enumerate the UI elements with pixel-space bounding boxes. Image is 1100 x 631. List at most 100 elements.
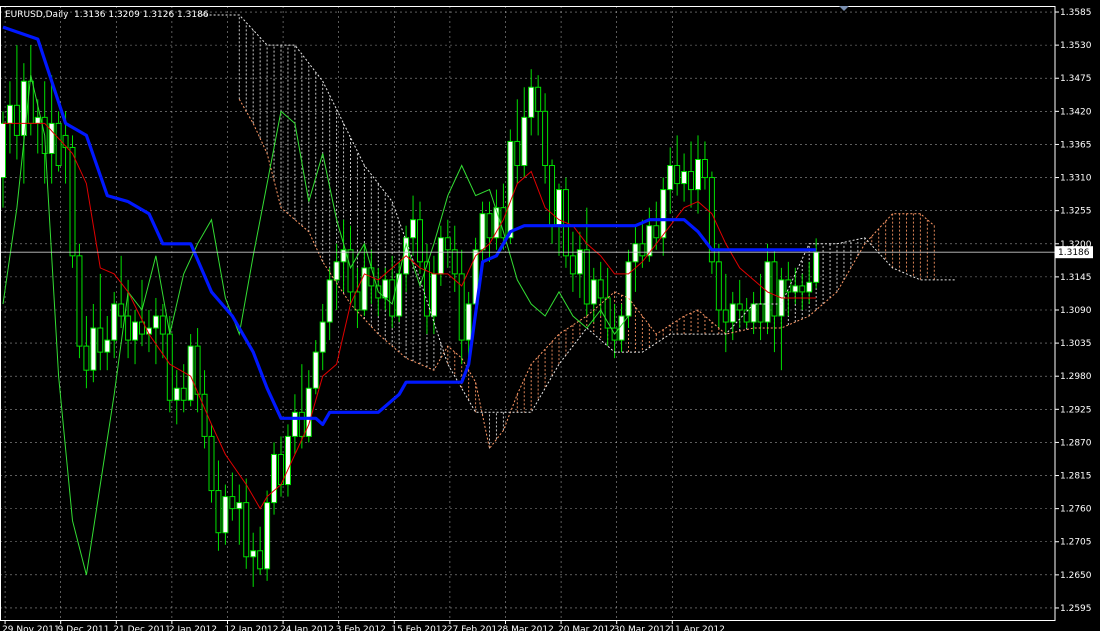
candle-body-bull (333, 261, 340, 281)
candle-body-bear (347, 249, 354, 293)
candle-body-bull (48, 122, 55, 154)
header: EURUSD,Daily 1.3136 1.3209 1.3126 1.3186 (5, 10, 209, 20)
candle-body-bull (507, 140, 514, 239)
candle-body-bull (465, 303, 472, 341)
y-tick-label: 1.3090 (1060, 306, 1092, 316)
chart-background (0, 0, 1100, 631)
y-tick-label: 1.3310 (1060, 174, 1092, 184)
candle-body-bull (632, 243, 639, 263)
candle-body-bull (284, 435, 291, 486)
candle-body-bull (6, 104, 13, 124)
candle-body-bear (118, 303, 125, 317)
candle-body-bull (576, 249, 583, 275)
chart-area[interactable]: 1.3585 1.3530 1.3475 1.3420 1.3365 1.3310 1.32… (0, 0, 1100, 631)
candle-body-bull (806, 281, 813, 293)
price-box-label: 1.3186 (1058, 248, 1090, 258)
candle-body-bear (722, 309, 729, 323)
candle-body-bear (674, 165, 681, 185)
candle-body-bear (243, 502, 250, 558)
candle-body-bear (125, 315, 132, 341)
candle (76, 243, 83, 359)
candle-body-bear (451, 249, 458, 275)
candle-body-bear (201, 393, 208, 437)
y-tick-label: 1.2815 (1060, 472, 1092, 482)
x-tick-label: 12 Jan 2012 (224, 625, 278, 631)
candle-body-bear (83, 345, 90, 371)
candle-body-bear (257, 550, 264, 570)
candle-body-bull (173, 387, 180, 401)
candle-body-bear (55, 122, 62, 167)
x-tick-label: 3 Feb 2012 (336, 625, 386, 631)
x-tick-label: 2 Jan 2012 (169, 625, 217, 631)
candle-body-bull (152, 315, 159, 329)
candle-body-bull (681, 171, 688, 185)
x-tick-label: 21 Dec 2011 (113, 625, 171, 631)
candle-body-bull (382, 279, 389, 299)
y-tick-label: 1.3585 (1060, 8, 1092, 18)
candle-body-bull (132, 321, 139, 341)
candle-body-bear (486, 213, 493, 239)
candle-body-bull (750, 303, 757, 323)
candle-body-bull (430, 273, 437, 317)
candle-body-bear (583, 249, 590, 305)
candle-body-bull (695, 159, 701, 191)
candle-body-bull (236, 502, 243, 510)
candle-body-bear (542, 110, 549, 167)
current-price-box: 1.3186 (1055, 246, 1093, 259)
candle-body-bear (604, 297, 611, 329)
x-tick-label: 11 Apr 2012 (669, 625, 725, 631)
candle-body-bull (528, 86, 535, 118)
candle-body-bear (180, 387, 187, 401)
candle-body-bear (757, 303, 764, 323)
y-tick-label: 1.2925 (1060, 405, 1092, 415)
candle-body-bull (319, 321, 326, 353)
ohlc-label: 1.3136 1.3209 1.3126 1.3186 (74, 10, 209, 20)
candle-body-bull (590, 279, 597, 305)
candle-body-bull (312, 351, 319, 389)
candle-body-bear (97, 327, 104, 353)
candle-body-bull (660, 189, 667, 239)
candle-body-bull (410, 219, 417, 239)
x-tick-label: 9 Dec 2011 (58, 625, 110, 631)
y-tick-label: 1.2705 (1060, 538, 1092, 548)
candle-body-bull (264, 502, 271, 570)
candle-body-bear (771, 261, 778, 317)
candle-body-bear (215, 490, 222, 534)
candle-body-bull (813, 251, 820, 283)
candle-body-bear (76, 255, 83, 347)
x-tick-label: 27 Feb 2012 (447, 625, 503, 631)
candle-body-bear (166, 333, 173, 401)
y-tick-label: 1.3475 (1060, 74, 1092, 84)
candle-body-bear (13, 104, 20, 136)
candle (208, 424, 215, 503)
candle-body-bear (549, 165, 556, 227)
candle-body-bear (417, 219, 423, 263)
price-chart[interactable]: 1.3585 1.3530 1.3475 1.3420 1.3365 1.3310 1.32… (0, 0, 1100, 631)
candle-body-bear (535, 86, 542, 112)
candle-body-bull (111, 303, 118, 341)
candle-body-bear (444, 237, 451, 251)
candle-body-bear (354, 291, 361, 311)
candle-body-bull (187, 345, 194, 401)
candle-body-bear (715, 261, 722, 311)
y-tick-label: 1.2760 (1060, 505, 1092, 515)
candle-body-bull (34, 116, 41, 124)
x-tick-label: 30 Mar 2012 (614, 625, 671, 631)
candle-body-bull (729, 303, 736, 323)
y-tick-label: 1.3365 (1060, 140, 1092, 150)
y-tick-label: 1.3420 (1060, 107, 1092, 117)
candle-body-bear (743, 309, 750, 323)
candle-body-bull (104, 339, 111, 353)
candle-body-bull (271, 453, 278, 504)
candle-body-bull (90, 327, 97, 371)
candle-body-bull (479, 213, 486, 251)
y-tick-label: 1.2595 (1060, 604, 1092, 614)
candle-body-bull (625, 261, 632, 317)
x-tick-label: 24 Jan 2012 (280, 625, 334, 631)
y-tick-label: 1.3530 (1060, 41, 1092, 51)
candle-body-bear (688, 171, 695, 191)
y-tick-label: 1.3145 (1060, 273, 1092, 283)
y-tick-label: 1.2650 (1060, 571, 1092, 581)
candle-body-bear (569, 255, 576, 275)
candle-body-bull (291, 411, 298, 437)
